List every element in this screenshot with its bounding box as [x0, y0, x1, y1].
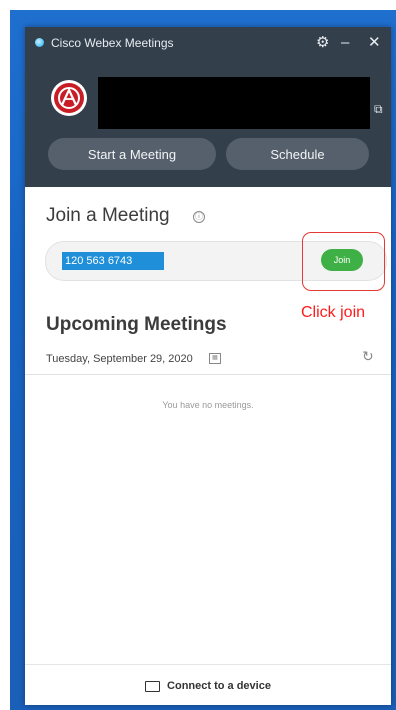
- device-icon: [145, 680, 161, 692]
- refresh-icon[interactable]: ↻: [362, 348, 374, 365]
- gear-icon[interactable]: ⚙: [316, 33, 329, 53]
- minimize-icon[interactable]: –: [341, 33, 349, 53]
- start-meeting-button[interactable]: Start a Meeting: [48, 138, 216, 170]
- schedule-button[interactable]: Schedule: [226, 138, 369, 170]
- avatar[interactable]: [51, 80, 87, 116]
- calendar-icon[interactable]: ▦: [209, 353, 221, 364]
- copy-icon[interactable]: ⧉: [374, 102, 383, 117]
- info-icon[interactable]: ⓘ: [193, 211, 205, 223]
- section-divider: [25, 374, 391, 375]
- redacted-user-info: [98, 77, 370, 129]
- header-panel: Cisco Webex Meetings ⚙ – ✕ ⧉ Start a Mee…: [25, 27, 391, 187]
- upcoming-meetings-title: Upcoming Meetings: [46, 314, 227, 335]
- meeting-number-input[interactable]: [62, 252, 164, 270]
- click-join-annotation: Click join: [301, 304, 366, 321]
- meeting-date: Tuesday, September 29, 2020: [46, 353, 193, 365]
- header-button-row: Start a Meeting Schedule: [25, 138, 391, 172]
- title-bar[interactable]: Cisco Webex Meetings ⚙ – ✕: [25, 27, 391, 61]
- join-meeting-title: Join a Meeting: [46, 205, 170, 226]
- footer-divider: [25, 664, 391, 665]
- webex-logo-icon: [35, 38, 44, 47]
- join-highlight-box: [302, 232, 385, 291]
- no-meetings-text: You have no meetings.: [162, 400, 254, 410]
- close-icon[interactable]: ✕: [368, 33, 381, 53]
- window-title: Cisco Webex Meetings: [51, 36, 174, 50]
- webex-window: Cisco Webex Meetings ⚙ – ✕ ⧉ Start a Mee…: [25, 27, 391, 705]
- avatar-logo: [54, 83, 84, 113]
- connect-device-label: Connect to a device: [167, 680, 271, 692]
- connect-device-button[interactable]: Connect to a device: [25, 677, 391, 695]
